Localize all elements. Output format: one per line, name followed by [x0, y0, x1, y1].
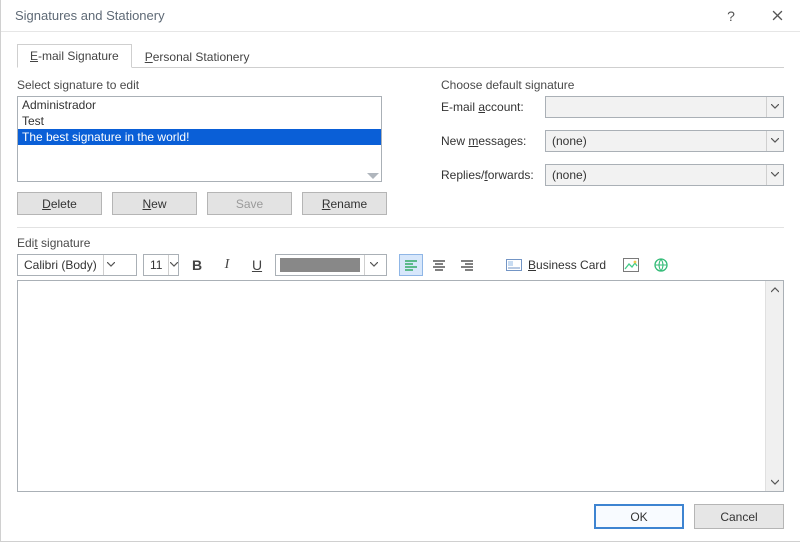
- select-signature-column: Select signature to edit Administrador T…: [17, 78, 417, 215]
- alignment-group: [399, 254, 479, 276]
- align-left-button[interactable]: [399, 254, 423, 276]
- new-messages-combo[interactable]: (none): [545, 130, 784, 152]
- font-color-combo[interactable]: [275, 254, 387, 276]
- color-swatch: [280, 258, 360, 272]
- tabstrip: E-mail Signature Personal Stationery: [17, 42, 784, 68]
- editor-scrollbar[interactable]: [765, 281, 783, 491]
- ok-button[interactable]: OK: [594, 504, 684, 529]
- dialog-window: Signatures and Stationery ? E-mail Signa…: [0, 0, 800, 542]
- list-item[interactable]: Administrador: [18, 97, 381, 113]
- picture-icon: [623, 258, 639, 272]
- window-title: Signatures and Stationery: [15, 8, 165, 23]
- cancel-button[interactable]: Cancel: [694, 504, 784, 529]
- align-center-button[interactable]: [427, 254, 451, 276]
- chevron-down-icon: [364, 255, 382, 275]
- chevron-down-icon: [103, 255, 119, 275]
- default-signature-label: Choose default signature: [441, 78, 784, 92]
- align-right-icon: [460, 259, 474, 271]
- globe-link-icon: [653, 257, 669, 273]
- chevron-down-icon: [367, 173, 379, 179]
- divider: [17, 227, 784, 228]
- bold-button[interactable]: B: [185, 254, 209, 276]
- edit-signature-label: Edit signature: [17, 236, 784, 250]
- titlebar: Signatures and Stationery ?: [1, 0, 800, 32]
- tab-email-signature[interactable]: E-mail Signature: [17, 44, 132, 68]
- font-size-combo[interactable]: 11: [143, 254, 179, 276]
- editor-toolbar: Calibri (Body) 11 B I U: [17, 254, 784, 276]
- scroll-up-icon[interactable]: [771, 281, 779, 299]
- dialog-footer: OK Cancel: [17, 492, 784, 533]
- list-item[interactable]: Test: [18, 113, 381, 129]
- signature-editor[interactable]: [18, 281, 765, 491]
- align-left-icon: [404, 259, 418, 271]
- help-button[interactable]: ?: [708, 0, 754, 32]
- underline-button[interactable]: U: [245, 254, 269, 276]
- business-card-button[interactable]: Business Card: [499, 254, 613, 276]
- close-icon: [772, 10, 783, 21]
- replies-forwards-combo[interactable]: (none): [545, 164, 784, 186]
- insert-picture-button[interactable]: [619, 254, 643, 276]
- delete-button[interactable]: Delete: [17, 192, 102, 215]
- editor-area: [17, 280, 784, 492]
- chevron-down-icon: [766, 97, 782, 117]
- card-icon: [506, 259, 522, 271]
- tab-personal-stationery[interactable]: Personal Stationery: [132, 45, 263, 68]
- scroll-down-icon[interactable]: [771, 473, 779, 491]
- select-signature-label: Select signature to edit: [17, 78, 417, 92]
- list-item[interactable]: The best signature in the world!: [18, 129, 381, 145]
- align-center-icon: [432, 259, 446, 271]
- save-button[interactable]: Save: [207, 192, 292, 215]
- chevron-down-icon: [766, 165, 782, 185]
- signature-button-row: Delete New Save Rename: [17, 192, 417, 215]
- tab-email-label-rest: -mail Signature: [38, 49, 119, 63]
- signature-listbox[interactable]: Administrador Test The best signature in…: [17, 96, 382, 182]
- new-messages-label: New messages:: [441, 134, 539, 148]
- new-button[interactable]: New: [112, 192, 197, 215]
- replies-forwards-label: Replies/forwards:: [441, 168, 539, 182]
- email-account-label: E-mail account:: [441, 100, 539, 114]
- close-button[interactable]: [754, 0, 800, 32]
- default-signature-column: Choose default signature E-mail account:…: [441, 78, 784, 215]
- font-combo[interactable]: Calibri (Body): [17, 254, 137, 276]
- rename-button[interactable]: Rename: [302, 192, 387, 215]
- chevron-down-icon: [766, 131, 782, 151]
- insert-hyperlink-button[interactable]: [649, 254, 673, 276]
- chevron-down-icon: [168, 255, 178, 275]
- align-right-button[interactable]: [455, 254, 479, 276]
- dialog-content: E-mail Signature Personal Stationery Sel…: [1, 32, 800, 541]
- email-account-combo[interactable]: [545, 96, 784, 118]
- italic-button[interactable]: I: [215, 254, 239, 276]
